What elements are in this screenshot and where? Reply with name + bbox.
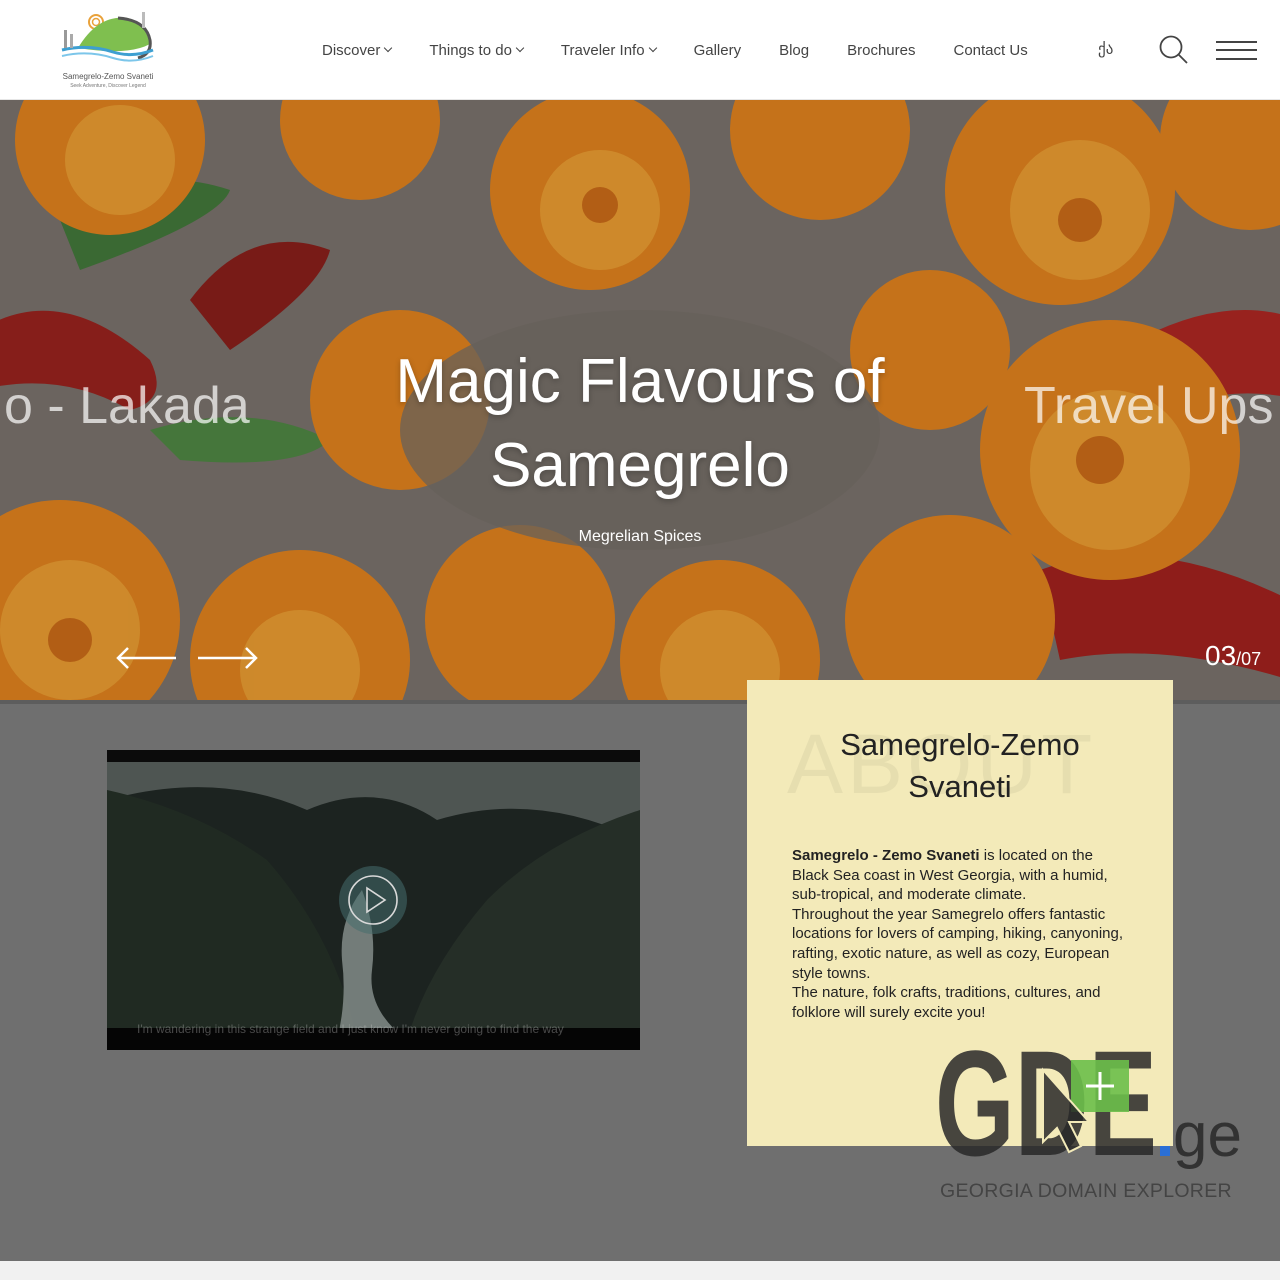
hero-title-line: Magic Flavours of	[395, 347, 885, 416]
arrow-right-icon[interactable]	[196, 646, 258, 670]
slide-counter: 03/07	[1205, 640, 1261, 672]
nav-item-gallery[interactable]: Gallery	[694, 42, 742, 59]
nav-item-label: Contact Us	[953, 41, 1028, 59]
slide-counter-total: /07	[1236, 649, 1262, 669]
about-description: Samegrelo - Zemo Svaneti is located on t…	[792, 846, 1132, 1022]
nav-item-label: Brochures	[847, 41, 916, 59]
hero-slider: o - Lakada Travel Ups Magic Flavours of …	[0, 100, 1280, 700]
main-nav: Discover Things to do Traveler Info Gall…	[322, 38, 1066, 62]
about-lead-bold: Samegrelo - Zemo Svaneti	[792, 847, 980, 864]
arrow-left-icon[interactable]	[116, 646, 178, 670]
nav-item-label: Discover	[322, 41, 381, 59]
slide-counter-current: 03	[1205, 640, 1237, 671]
play-icon	[348, 875, 398, 925]
nav-item-contact-us[interactable]: Contact Us	[954, 42, 1028, 59]
about-paragraph: The nature, folk crafts, traditions, cul…	[792, 984, 1101, 1021]
nav-item-blog[interactable]: Blog	[779, 42, 809, 59]
nav-item-discover[interactable]: Discover	[322, 41, 393, 59]
about-title: Samegrelo-Zemo Svaneti	[787, 724, 1133, 808]
logo-tagline: Seek Adventure, Discover Legend	[70, 83, 146, 89]
gde-watermark: GDE ge GEORGIA DOMAIN EXPLORER	[935, 1019, 1245, 1205]
logo-mark-icon	[61, 12, 154, 62]
hamburger-menu-icon[interactable]	[1216, 38, 1258, 62]
chevron-down-icon	[515, 43, 525, 53]
play-button[interactable]	[339, 866, 407, 934]
about-title-line: Svaneti	[908, 769, 1012, 804]
nav-item-label: Blog	[779, 41, 810, 59]
chevron-down-icon	[384, 43, 393, 53]
prev-slide-title[interactable]: o - Lakada	[4, 376, 250, 436]
gde-logo-icon: GDE ge	[935, 1019, 1242, 1187]
nav-item-label: Gallery	[693, 41, 742, 59]
nav-item-traveler-info[interactable]: Traveler Info	[560, 41, 657, 59]
nav-item-things-to-do[interactable]: Things to do	[429, 41, 525, 59]
footer-strip	[0, 1261, 1280, 1280]
logo-title: Samegrelo-Zemo Svaneti	[62, 72, 154, 81]
search-icon[interactable]	[1158, 34, 1190, 66]
site-logo[interactable]: Samegrelo-Zemo Svaneti Seek Adventure, D…	[58, 10, 158, 92]
about-paragraph: Samegrelo - Zemo Svaneti is located on t…	[792, 846, 1132, 905]
nav-item-label: Traveler Info	[560, 41, 645, 59]
next-slide-title[interactable]: Travel Ups	[1024, 376, 1273, 436]
video-player[interactable]: I'm wandering in this strange field and …	[107, 750, 640, 1050]
hero-title: Magic Flavours of Samegrelo	[340, 340, 940, 508]
chevron-down-icon	[648, 43, 657, 53]
gde-tld-text: ge	[1173, 1101, 1242, 1170]
video-subtitle: I'm wandering in this strange field and …	[137, 1022, 564, 1036]
about-paragraph: Throughout the year Samegrelo offers fan…	[792, 905, 1124, 982]
gde-subtitle: GEORGIA DOMAIN EXPLORER	[940, 1180, 1232, 1202]
language-switcher[interactable]: ქა	[1098, 40, 1113, 58]
about-title-line: Samegrelo-Zemo	[840, 727, 1080, 762]
hero-subtitle: Megrelian Spices	[578, 528, 702, 545]
site-header: Samegrelo-Zemo Svaneti Seek Adventure, D…	[0, 0, 1280, 100]
hero-title-line: Samegrelo	[490, 431, 790, 500]
nav-item-label: Things to do	[429, 41, 512, 59]
nav-item-brochures[interactable]: Brochures	[847, 42, 915, 59]
